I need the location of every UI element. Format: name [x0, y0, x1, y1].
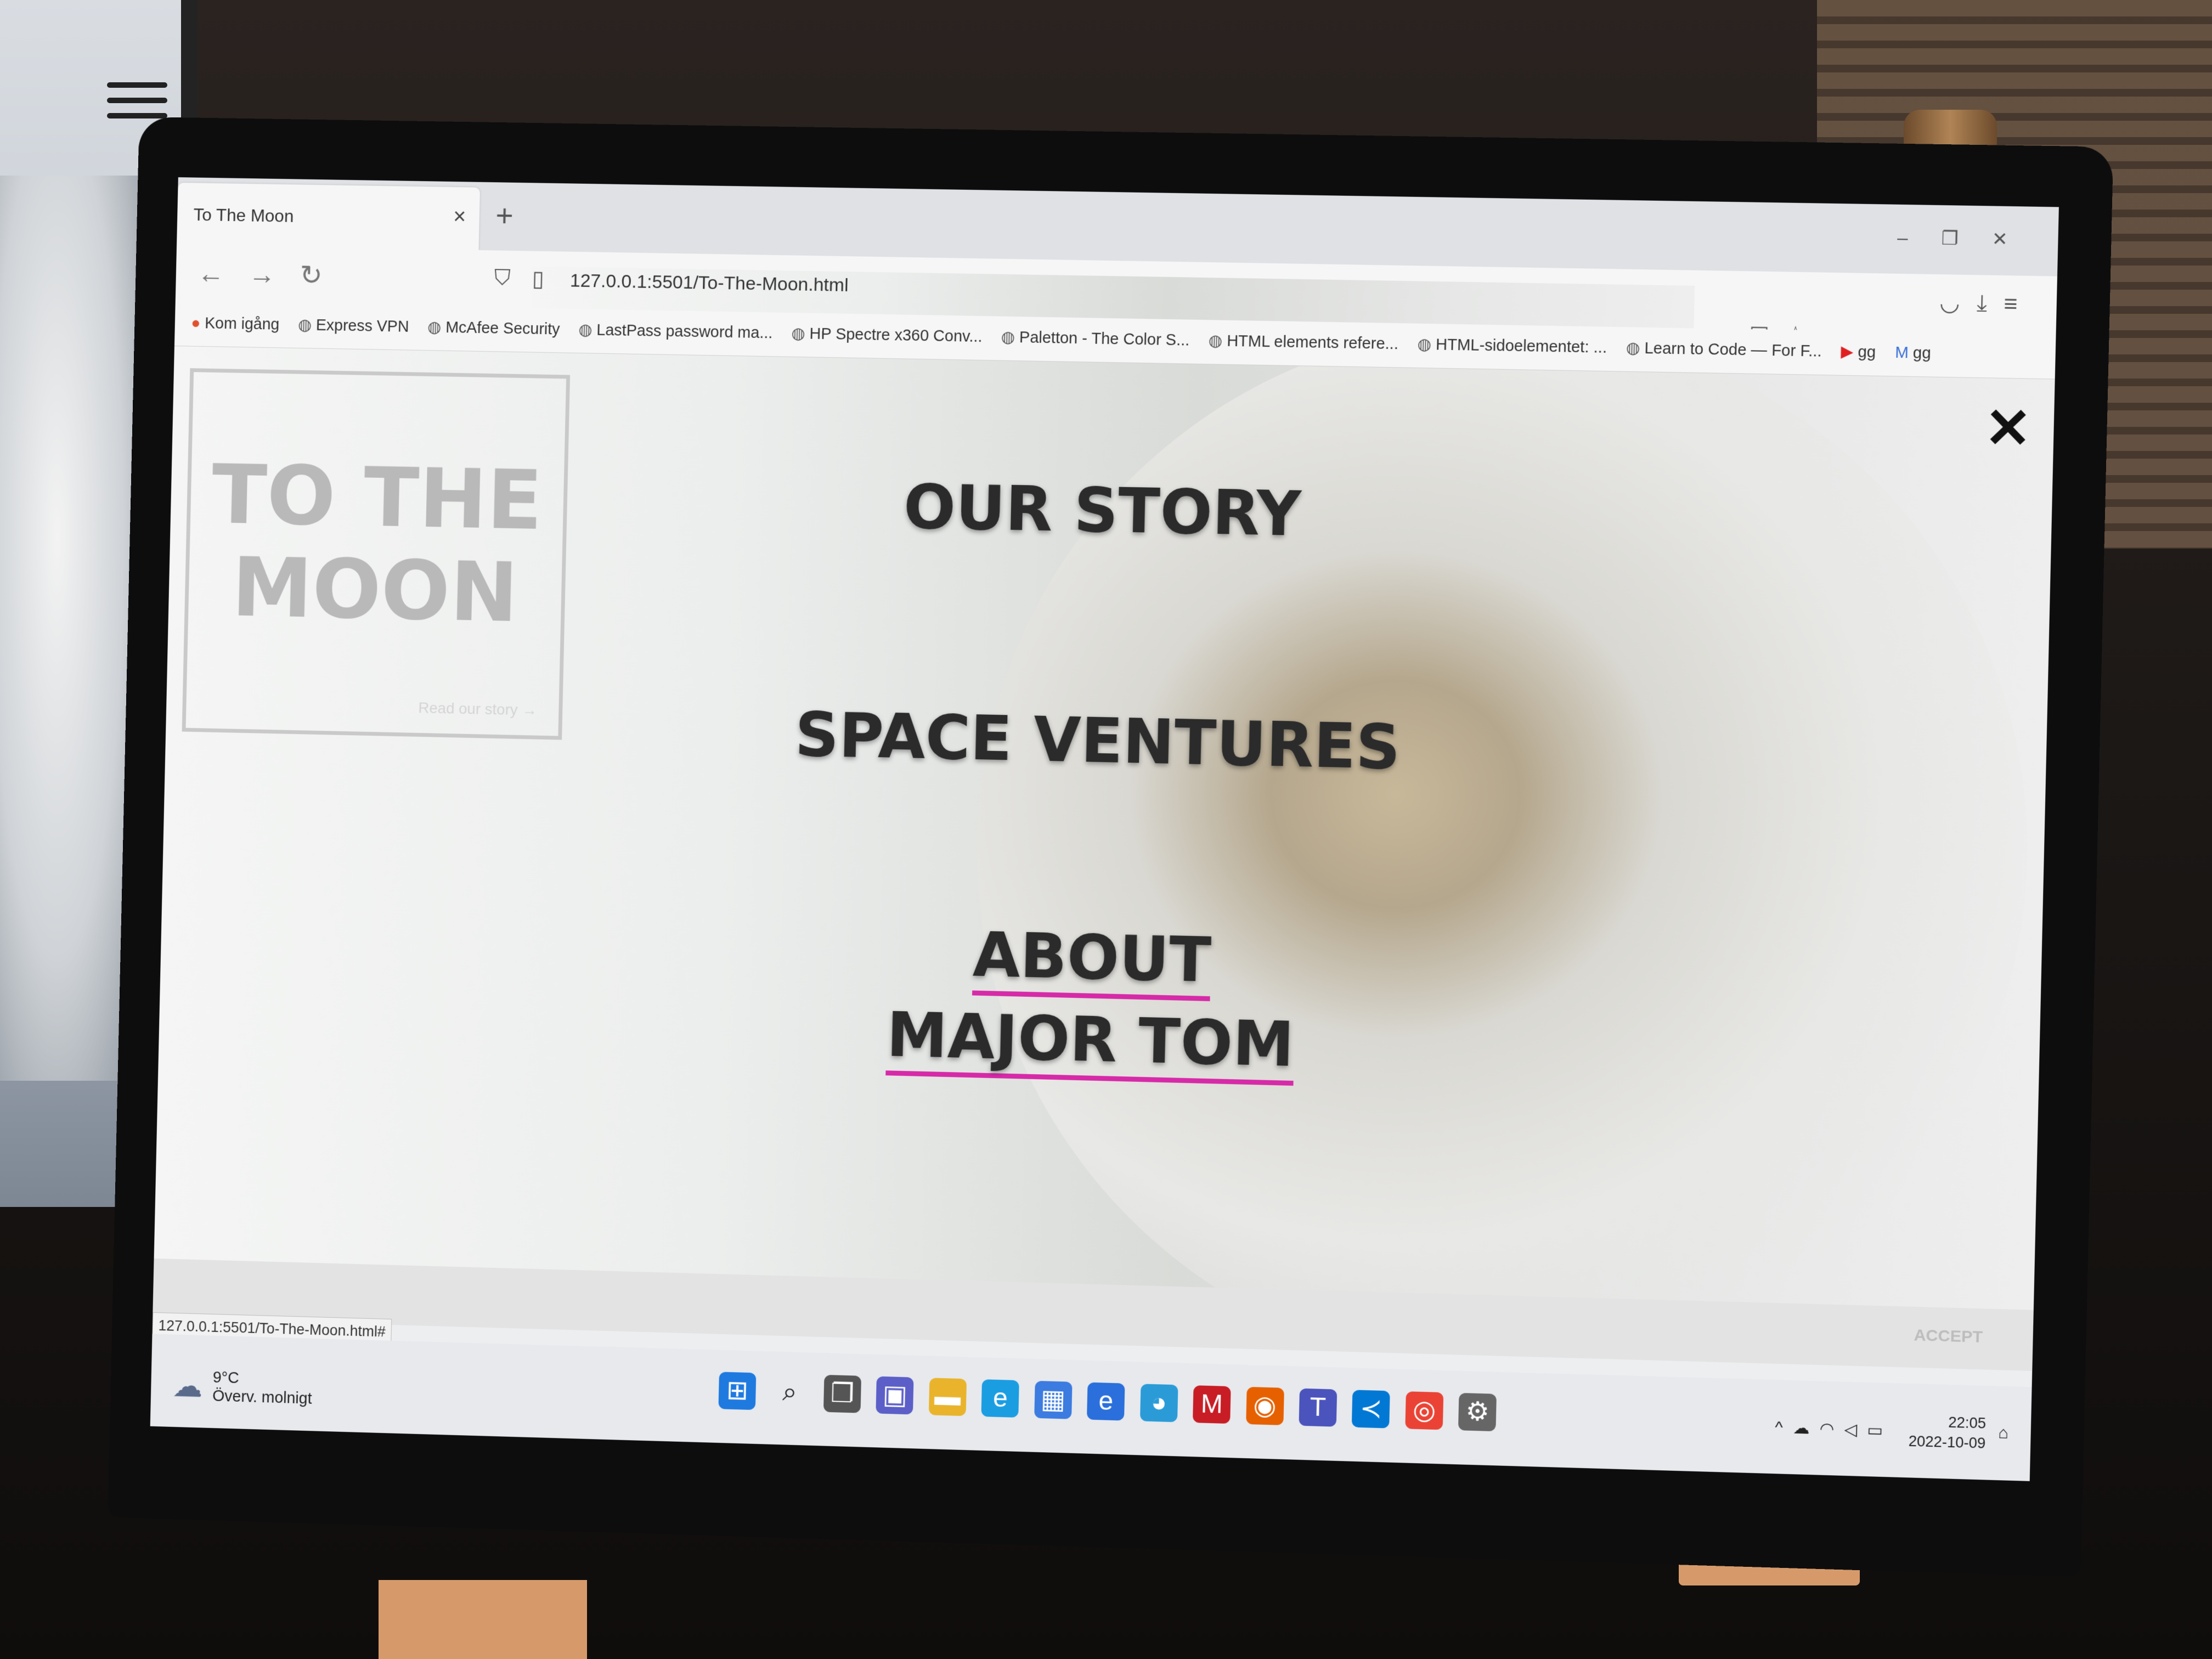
edge-beta-icon[interactable]: e — [1087, 1383, 1125, 1421]
space-ventures-link[interactable]: SPACE VENTURES — [794, 699, 1401, 783]
teams-icon[interactable]: T — [1299, 1389, 1337, 1427]
vscode-icon[interactable]: ≺ — [1352, 1390, 1390, 1428]
window-controls[interactable]: –❐✕ — [1897, 227, 2041, 251]
bookmark-item[interactable]: ◍ Express VPN — [298, 315, 409, 336]
globe-icon: ◍ — [1417, 336, 1431, 354]
bookmark-item[interactable]: Mgg — [1895, 344, 1931, 363]
laptop: To The Moon × + –❐✕ ← → ↻ ⛉ ▯ 127.0.0.1:… — [108, 117, 2114, 1577]
temperature: 9°C — [213, 1368, 313, 1390]
bookmark-item[interactable]: ▶ gg — [1841, 342, 1876, 362]
bookmark-item[interactable]: ◍ Paletton - The Color S... — [1001, 328, 1189, 350]
volume-icon[interactable]: ◁ — [1844, 1420, 1867, 1439]
new-tab-button[interactable]: + — [495, 198, 514, 233]
tab-close-icon[interactable]: × — [453, 205, 466, 229]
pocket-icon[interactable]: ◡ — [1939, 289, 1977, 316]
web-page: TO THE MOON Read our story → ✕ OUR STORY… — [153, 346, 2055, 1371]
system-tray: ^☁◠◁▭ 22:05 2022-10-09 ⌂ — [1775, 1407, 2009, 1454]
weather-widget[interactable]: ☁ 9°C Överv. molnigt — [172, 1367, 313, 1408]
about-link[interactable]: ABOUT — [972, 919, 1212, 1001]
minimize-icon[interactable]: – — [1897, 227, 1942, 249]
bookmark-item[interactable]: ◍ LastPass password ma... — [578, 320, 773, 342]
firefox-taskbar-icon[interactable]: ◉ — [1246, 1387, 1284, 1425]
clock[interactable]: 22:05 2022-10-09 — [1908, 1411, 1986, 1453]
tab-title: To The Moon — [193, 205, 294, 227]
reload-icon[interactable]: ↻ — [300, 259, 323, 291]
restore-icon[interactable]: ❐ — [1941, 228, 1992, 250]
wifi-icon[interactable]: ◠ — [1819, 1419, 1844, 1438]
forward-icon[interactable]: → — [249, 258, 276, 290]
globe-icon: ◍ — [791, 325, 805, 342]
bookmark-item[interactable]: ◍ HP Spectre x360 Conv... — [791, 324, 983, 346]
time: 22:05 — [1909, 1411, 1986, 1433]
laptop-screen: To The Moon × + –❐✕ ← → ↻ ⛉ ▯ 127.0.0.1:… — [150, 177, 2059, 1481]
bookmark-item[interactable]: ◍ Learn to Code — For F... — [1626, 338, 1822, 360]
chrome-icon[interactable]: ◎ — [1405, 1391, 1443, 1430]
bookmark-item[interactable]: ◍ HTML-sidoelementet: ... — [1417, 335, 1607, 357]
task-view-icon[interactable]: ❐ — [823, 1375, 861, 1413]
onedrive-icon[interactable]: ☁ — [1793, 1419, 1820, 1438]
taskbar-apps: ⊞ ⌕ ❐ ▣ ▬ e ▦ e ◕ M ◉ T ≺ ◎ ⚙ — [718, 1372, 1510, 1431]
globe-icon: ◍ — [298, 316, 312, 334]
cloud-icon: ☁ — [172, 1368, 203, 1404]
weather-condition: Överv. molnigt — [212, 1387, 312, 1408]
shield-icon[interactable]: ⛉ — [494, 266, 511, 290]
battery-icon[interactable]: ▭ — [1867, 1421, 1893, 1440]
date: 2022-10-09 — [1908, 1431, 1985, 1453]
firefox-icon: ● — [191, 314, 201, 332]
search-icon[interactable]: ⌕ — [771, 1373, 809, 1412]
globe-icon: ◍ — [1626, 339, 1640, 357]
gmail-icon: M — [1895, 344, 1909, 362]
laptop-stand-left — [379, 1580, 587, 1659]
settings-icon[interactable]: ⚙ — [1458, 1393, 1497, 1431]
download-icon[interactable]: ⤓ — [1977, 290, 2005, 316]
globe-icon: ◍ — [1208, 332, 1222, 349]
chat-icon[interactable]: ▣ — [876, 1376, 914, 1415]
bookmark-item[interactable]: ● Kom igång — [191, 314, 280, 334]
start-icon[interactable]: ⊞ — [718, 1372, 756, 1410]
file-explorer-icon[interactable]: ▬ — [929, 1378, 967, 1416]
chevron-up-icon[interactable]: ^ — [1775, 1418, 1793, 1437]
mcafee-icon[interactable]: M — [1193, 1385, 1231, 1424]
browser-tab[interactable]: To The Moon × — [177, 183, 480, 250]
menu-icon[interactable]: ≡ — [2004, 290, 2035, 317]
edge-icon[interactable]: e — [981, 1379, 1019, 1418]
globe-icon: ◍ — [427, 319, 442, 336]
toolbar-actions: ◡⤓≡ — [1939, 289, 2035, 318]
close-menu-icon[interactable]: ✕ — [1984, 400, 2032, 456]
bookmark-item[interactable]: ◍ McAfee Security — [427, 318, 560, 339]
window-close-icon[interactable]: ✕ — [1991, 229, 2041, 251]
globe-icon: ◍ — [1001, 329, 1015, 346]
youtube-icon: ▶ — [1841, 343, 1853, 361]
store-icon[interactable]: ▦ — [1034, 1381, 1072, 1419]
app-icon[interactable]: ◕ — [1140, 1384, 1178, 1422]
accept-button[interactable]: ACCEPT — [1914, 1326, 1983, 1347]
major-tom-link[interactable]: MAJOR TOM — [886, 1000, 1295, 1086]
globe-icon: ◍ — [578, 321, 592, 338]
our-story-link[interactable]: OUR STORY — [903, 471, 1302, 550]
back-icon[interactable]: ← — [197, 257, 224, 289]
notification-icon[interactable]: ⌂ — [1998, 1424, 2008, 1442]
bookmark-item[interactable]: ◍ HTML elements refere... — [1208, 331, 1398, 353]
